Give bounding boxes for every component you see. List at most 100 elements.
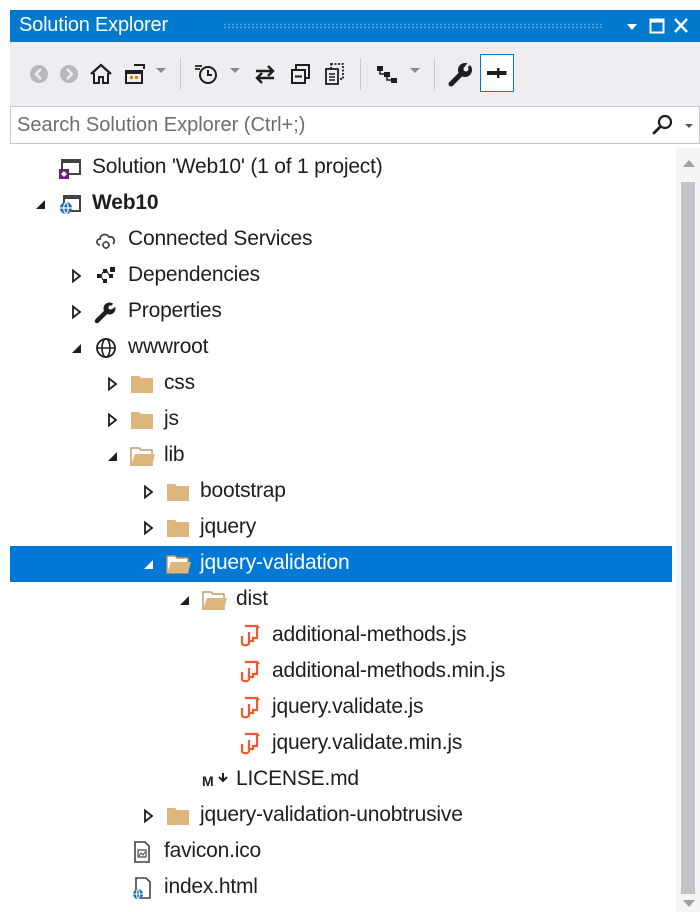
tree-item-label: additional-methods.js bbox=[272, 623, 467, 646]
tree-item-label: Connected Services bbox=[128, 227, 313, 250]
switch-views-icon[interactable] bbox=[120, 58, 150, 90]
search-input[interactable] bbox=[17, 111, 617, 139]
html-file-icon bbox=[130, 876, 154, 900]
tree-item-label: jquery-validation-unobtrusive bbox=[200, 803, 463, 826]
search-box[interactable] bbox=[10, 106, 700, 144]
tree-item-label: bootstrap bbox=[200, 479, 286, 502]
title-bar[interactable]: Solution Explorer bbox=[10, 10, 700, 42]
javascript-file-icon bbox=[238, 624, 262, 648]
collapsed-arrow-icon[interactable] bbox=[106, 376, 120, 392]
expanded-arrow-icon[interactable] bbox=[70, 340, 84, 356]
tree-item-label: additional-methods.min.js bbox=[272, 659, 506, 682]
expanded-arrow-icon[interactable] bbox=[178, 592, 192, 608]
tree-item[interactable]: bootstrap bbox=[10, 474, 672, 510]
solution-explorer-window: Solution Explorer Search Solution Explor… bbox=[0, 0, 700, 912]
scroll-thumb[interactable] bbox=[681, 182, 695, 894]
tree-item[interactable]: Properties bbox=[10, 294, 672, 330]
home-icon[interactable] bbox=[86, 58, 116, 90]
folder-open-icon bbox=[130, 444, 155, 468]
tree-item[interactable]: Web10 bbox=[10, 186, 672, 222]
collapse-all-icon[interactable] bbox=[286, 58, 316, 90]
window-position-dropdown-icon[interactable] bbox=[621, 13, 643, 39]
solution-tree: Solution 'Web10' (1 of 1 project) Web10 Co… bbox=[10, 148, 676, 912]
toolbar-separator bbox=[434, 58, 435, 90]
folder-icon bbox=[130, 408, 154, 432]
tree-item[interactable]: jquery-validation-unobtrusive bbox=[10, 798, 672, 834]
scroll-up-icon[interactable] bbox=[683, 160, 695, 167]
collapsed-arrow-icon[interactable] bbox=[142, 520, 156, 536]
tree-item-label: LICENSE.md bbox=[236, 767, 359, 790]
tree-item[interactable]: additional-methods.js bbox=[10, 618, 672, 654]
javascript-file-icon bbox=[238, 660, 262, 684]
expanded-arrow-icon[interactable] bbox=[106, 448, 120, 464]
web-project-icon bbox=[58, 192, 82, 216]
preview-dropdown-icon[interactable] bbox=[410, 68, 420, 73]
connected-services-icon bbox=[94, 228, 118, 252]
close-icon[interactable] bbox=[670, 13, 692, 39]
switch-views-dropdown-icon[interactable] bbox=[156, 68, 166, 73]
tree-item-label: js bbox=[164, 407, 179, 430]
tree-item[interactable]: jquery bbox=[10, 510, 672, 546]
collapsed-arrow-icon[interactable] bbox=[142, 484, 156, 500]
folder-open-icon bbox=[166, 552, 191, 576]
folder-icon bbox=[166, 804, 190, 828]
auto-hide-pin-icon[interactable] bbox=[480, 54, 514, 92]
toolbar bbox=[10, 42, 700, 106]
tree-item-label: jquery.validate.min.js bbox=[272, 731, 463, 754]
vertical-scrollbar[interactable] bbox=[676, 148, 700, 912]
dependencies-icon bbox=[94, 264, 118, 288]
show-all-files-icon[interactable] bbox=[320, 58, 350, 90]
tree-item[interactable]: jquery.validate.min.js bbox=[10, 726, 672, 762]
tree-item[interactable]: js bbox=[10, 402, 672, 438]
tree-item-label: favicon.ico bbox=[164, 839, 262, 862]
forward-icon[interactable] bbox=[56, 58, 82, 90]
expanded-arrow-icon[interactable] bbox=[34, 196, 48, 212]
title-grip[interactable] bbox=[223, 23, 603, 29]
collapsed-arrow-icon[interactable] bbox=[70, 268, 84, 284]
image-file-icon bbox=[130, 840, 154, 864]
folder-icon bbox=[166, 516, 190, 540]
tree-item[interactable]: Dependencies bbox=[10, 258, 672, 294]
tree-item-label: jquery.validate.js bbox=[272, 695, 424, 718]
tree-item[interactable]: additional-methods.min.js bbox=[10, 654, 672, 690]
solution-icon bbox=[58, 156, 82, 180]
sync-with-active-document-icon[interactable] bbox=[250, 58, 280, 90]
tree-item[interactable]: jquery.validate.js bbox=[10, 690, 672, 726]
tree-item[interactable]: Connected Services bbox=[10, 222, 672, 258]
collapsed-arrow-icon[interactable] bbox=[70, 304, 84, 320]
tree-item[interactable]: css bbox=[10, 366, 672, 402]
pending-changes-dropdown-icon[interactable] bbox=[230, 68, 240, 73]
preview-selected-items-icon[interactable] bbox=[372, 58, 402, 90]
search-options-dropdown-icon[interactable] bbox=[685, 124, 693, 128]
toolbar-separator bbox=[180, 58, 181, 90]
tree-item[interactable]: Solution 'Web10' (1 of 1 project) bbox=[10, 150, 672, 186]
javascript-file-icon bbox=[238, 732, 262, 756]
tree-item-label: Web10 bbox=[92, 191, 159, 214]
collapsed-arrow-icon[interactable] bbox=[106, 412, 120, 428]
maximize-icon[interactable] bbox=[646, 13, 668, 39]
tree-item[interactable]: M LICENSE.md bbox=[10, 762, 672, 798]
scroll-down-icon[interactable] bbox=[683, 900, 695, 907]
globe-icon bbox=[94, 336, 118, 360]
tree-item[interactable]: dist bbox=[10, 582, 672, 618]
tree-item-label: css bbox=[164, 371, 195, 394]
tree-item-selected[interactable]: jquery-validation bbox=[10, 546, 672, 582]
tree-item[interactable]: lib bbox=[10, 438, 672, 474]
tree-item-label: index.html bbox=[164, 875, 258, 898]
toolbar-separator bbox=[360, 58, 361, 90]
folder-icon bbox=[130, 372, 154, 396]
pending-changes-filter-icon[interactable] bbox=[190, 58, 224, 90]
svg-text:M: M bbox=[202, 773, 214, 789]
tree-item[interactable]: wwwroot bbox=[10, 330, 672, 366]
tree-item[interactable]: favicon.ico bbox=[10, 834, 672, 870]
collapsed-arrow-icon[interactable] bbox=[142, 808, 156, 824]
properties-icon[interactable] bbox=[446, 58, 476, 90]
expanded-arrow-icon[interactable] bbox=[142, 556, 156, 572]
folder-icon bbox=[166, 480, 190, 504]
tree-item-label: Properties bbox=[128, 299, 222, 322]
search-icon[interactable] bbox=[651, 113, 675, 142]
tree-item-label: jquery-validation bbox=[200, 551, 350, 574]
back-icon[interactable] bbox=[26, 58, 52, 90]
tree-item[interactable]: index.html bbox=[10, 870, 672, 906]
markdown-file-icon: M bbox=[202, 768, 228, 792]
